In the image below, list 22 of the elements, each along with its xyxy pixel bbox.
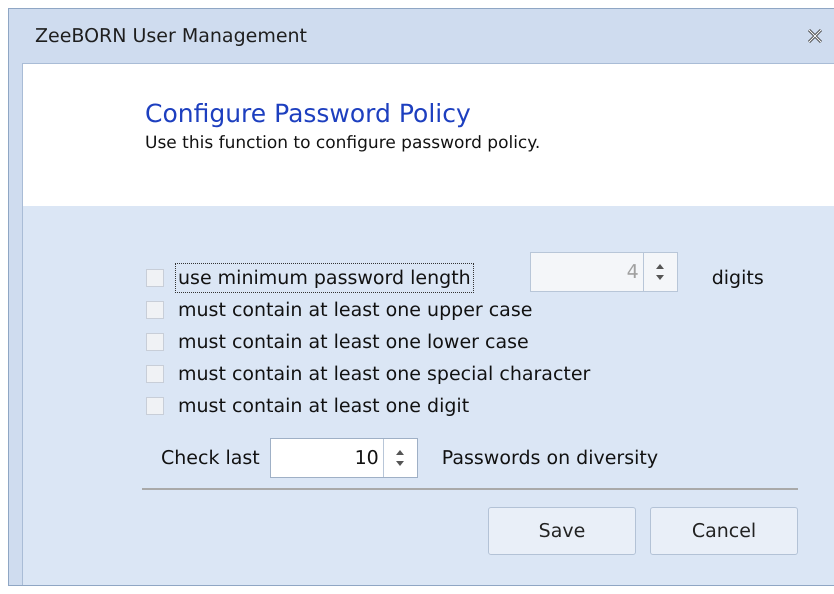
checkbox[interactable] — [146, 333, 164, 351]
field-label: Passwords on diversity — [442, 446, 658, 471]
checkbox[interactable] — [146, 269, 164, 287]
checkbox-label[interactable]: use minimum password length — [175, 262, 474, 294]
close-icon[interactable] — [807, 28, 823, 44]
checkbox[interactable] — [146, 365, 164, 383]
unit-label: digits — [712, 266, 764, 291]
up-arrow-icon[interactable] — [396, 450, 404, 455]
down-arrow-icon[interactable] — [396, 461, 404, 466]
checkbox-label[interactable]: must contain at least one lower case — [175, 326, 532, 358]
checkbox-label[interactable]: must contain at least one upper case — [175, 294, 536, 326]
page-description: Use this function to configure password policy. — [145, 132, 540, 156]
dialog-button[interactable]: Save — [488, 507, 636, 555]
checkbox-label[interactable]: must contain at least one special character — [175, 358, 594, 390]
checkbox[interactable] — [146, 397, 164, 415]
window-title: ZeeBORN User Management — [35, 24, 308, 49]
dialog-button[interactable]: Cancel — [650, 507, 798, 555]
number-spinner[interactable]: 10 — [270, 438, 418, 478]
checkbox[interactable] — [146, 301, 164, 319]
page-heading: Configure Password Policy — [145, 98, 471, 130]
field-label: Check last — [161, 446, 260, 471]
checkbox-label[interactable]: must contain at least one digit — [175, 390, 472, 422]
